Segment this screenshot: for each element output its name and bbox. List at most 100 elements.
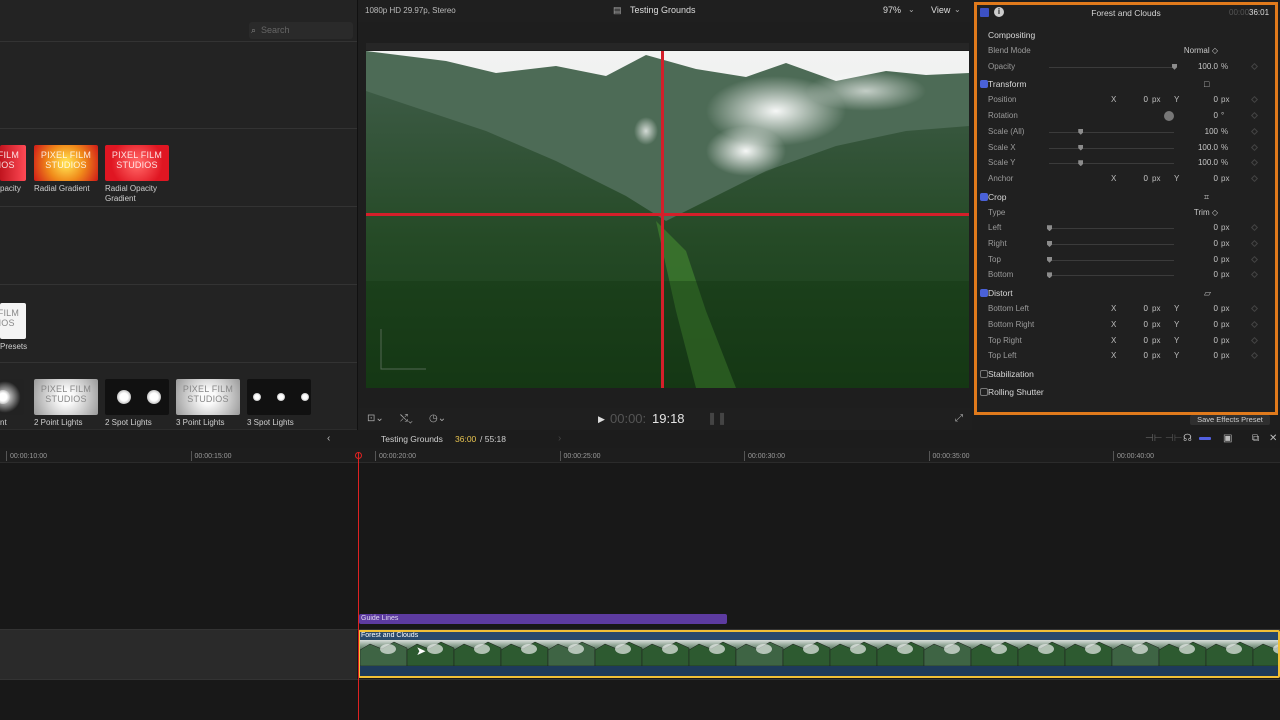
slider-knob[interactable]	[1047, 272, 1052, 279]
enable-checkbox[interactable]	[980, 80, 988, 89]
slider-knob[interactable]	[1172, 63, 1177, 70]
slider-knob[interactable]	[1047, 225, 1052, 232]
inspector-row-rolling-shutter[interactable]: Rolling Shutter	[977, 384, 1275, 400]
x-value[interactable]: 0	[1144, 348, 1148, 364]
popup-value[interactable]: Trim ◇	[1194, 205, 1218, 221]
enable-checkbox[interactable]	[980, 369, 988, 378]
slider-knob[interactable]	[1078, 144, 1084, 151]
slider-track[interactable]	[1049, 228, 1174, 230]
keyframe-icon[interactable]	[1250, 305, 1259, 313]
keyframe-icon[interactable]	[1250, 239, 1259, 248]
enable-checkbox[interactable]	[980, 387, 988, 396]
enable-checkbox[interactable]	[980, 192, 988, 201]
effect-thumbnail[interactable]: PIXEL FILMSTUDIOS	[0, 145, 26, 181]
slider-knob[interactable]	[1078, 160, 1084, 167]
effect-thumbnail[interactable]	[247, 379, 311, 415]
x-value[interactable]: 0	[1144, 333, 1148, 349]
keyframe-icon[interactable]	[1250, 62, 1259, 70]
inspector-row-top-right[interactable]: Top Right X 0 px Y 0 px	[977, 333, 1275, 349]
inspector-row-scale-all[interactable]: Scale (All) 100%	[977, 124, 1275, 140]
slider-knob[interactable]	[1047, 241, 1052, 247]
inspector-row-bottom[interactable]: Bottom 0 px	[977, 267, 1275, 283]
effect-thumbnail[interactable]: PIXEL FILMSTUDIOS	[34, 145, 98, 181]
clip-appearance-icon[interactable]: ▣	[1223, 433, 1232, 444]
slider-value[interactable]: 0	[1214, 267, 1218, 283]
onscreen-controls-icon[interactable]: ▱	[1204, 285, 1211, 301]
headphones-icon[interactable]: ☊	[1183, 433, 1192, 444]
slider-knob[interactable]	[1078, 128, 1084, 135]
timeline-area[interactable]	[0, 463, 1280, 720]
y-value[interactable]: 0	[1214, 317, 1218, 333]
search-input[interactable]: ⌕ Search	[249, 22, 353, 39]
keyframe-icon[interactable]	[1250, 255, 1259, 263]
inspector-row-top[interactable]: Top 0 px	[977, 252, 1275, 268]
playhead-handle[interactable]	[355, 452, 362, 459]
effect-thumbnail[interactable]: PIXEL FILMSTUDIOS	[105, 145, 169, 181]
playhead[interactable]	[358, 452, 359, 720]
x-value[interactable]: 0	[1144, 317, 1148, 333]
snapping-icon[interactable]	[1199, 437, 1211, 440]
y-value[interactable]: 0	[1214, 92, 1218, 108]
effect-thumbnail[interactable]: PIXEL FILMSTUDIOS	[176, 379, 240, 415]
enable-checkbox[interactable]	[980, 289, 988, 298]
inspector-row-scale-y[interactable]: Scale Y 100.0%	[977, 155, 1275, 171]
inspector-row-right[interactable]: Right 0 px	[977, 236, 1275, 252]
slider-track[interactable]	[1049, 66, 1174, 68]
retime-icon[interactable]: ◷⌄	[429, 413, 446, 424]
keyframe-icon[interactable]	[1250, 174, 1259, 182]
inspector-row-crop[interactable]: ⌗ Crop	[977, 189, 1275, 205]
inspector-row-top-left[interactable]: Top Left X 0 px Y 0 px	[977, 348, 1275, 364]
timeline-index-icon[interactable]: ⧉	[1252, 433, 1259, 444]
popup-value[interactable]: Normal ◇	[1184, 43, 1218, 59]
inspector-row-compositing[interactable]: Compositing	[977, 27, 1275, 43]
slider-track[interactable]	[1049, 147, 1174, 149]
keyframe-icon[interactable]	[1250, 127, 1259, 135]
y-value[interactable]: 0	[1214, 171, 1218, 187]
effect-thumbnail[interactable]	[0, 379, 24, 415]
y-value[interactable]: 0	[1214, 333, 1218, 349]
keyframe-icon[interactable]	[1250, 352, 1259, 360]
onscreen-controls-icon[interactable]: □	[1204, 76, 1209, 92]
inspector-row-transform[interactable]: □ Transform	[977, 76, 1275, 92]
slider-value[interactable]: 0	[1214, 252, 1218, 268]
slider-value[interactable]: 0	[1214, 220, 1218, 236]
inspector-row-scale-x[interactable]: Scale X 100.0%	[977, 140, 1275, 156]
slider-value[interactable]: 100	[1205, 124, 1218, 140]
keyframe-icon[interactable]	[1250, 271, 1259, 279]
effect-thumbnail[interactable]: PIXEL FILMSTUDIOS	[34, 379, 98, 415]
keyframe-icon[interactable]	[1250, 143, 1259, 151]
y-value[interactable]: 0	[1214, 348, 1218, 364]
keyframe-icon[interactable]	[1250, 159, 1259, 167]
fullscreen-icon[interactable]: ⤢	[955, 413, 963, 424]
onscreen-controls-icon[interactable]: ⌗	[1204, 189, 1209, 205]
x-value[interactable]: 0	[1144, 301, 1148, 317]
view-menu[interactable]: View	[931, 5, 950, 15]
keyframe-icon[interactable]	[1250, 96, 1259, 104]
inspector-row-blend-mode[interactable]: Blend Mode Normal ◇	[977, 43, 1275, 59]
rotation-dial[interactable]	[1164, 111, 1174, 122]
slider-track[interactable]	[1049, 259, 1174, 261]
slider-track[interactable]	[1049, 244, 1174, 245]
inspector-row-stabilization[interactable]: Stabilization	[977, 366, 1275, 382]
timecode[interactable]: 19:18	[652, 411, 685, 426]
slider-value[interactable]: 100.0	[1198, 155, 1218, 171]
inspector-row-bottom-right[interactable]: Bottom Right X 0 px Y 0 px	[977, 317, 1275, 333]
keyframe-icon[interactable]	[1250, 320, 1259, 328]
rotation-value[interactable]: 0	[1214, 108, 1218, 124]
inspector-row-position[interactable]: Position X 0 px Y 0 px	[977, 92, 1275, 108]
inspector-row-distort[interactable]: ▱ Distort	[977, 285, 1275, 301]
x-value[interactable]: 0	[1144, 171, 1148, 187]
view-options-icon[interactable]: ⊡⌄	[367, 413, 384, 424]
inspector-row-type[interactable]: Type Trim ◇	[977, 205, 1275, 221]
clip-skimmer-icon[interactable]: ⊣⊢	[1165, 433, 1182, 444]
keyframe-icon[interactable]	[1250, 336, 1259, 344]
play-icon[interactable]: ▶	[598, 414, 605, 425]
slider-value[interactable]: 0	[1214, 236, 1218, 252]
save-effects-preset-button[interactable]: Save Effects Preset	[1190, 415, 1270, 425]
inspector-row-anchor[interactable]: Anchor X 0 px Y 0 px	[977, 171, 1275, 187]
inspector-row-bottom-left[interactable]: Bottom Left X 0 px Y 0 px	[977, 301, 1275, 317]
inspector-row-opacity[interactable]: Opacity 100.0%	[977, 59, 1275, 75]
guide-lines-clip[interactable]: Guide Lines	[359, 614, 727, 624]
effect-thumbnail[interactable]: PIXEL FILMSTUDIOS	[0, 303, 26, 339]
slider-track[interactable]	[1049, 131, 1174, 133]
